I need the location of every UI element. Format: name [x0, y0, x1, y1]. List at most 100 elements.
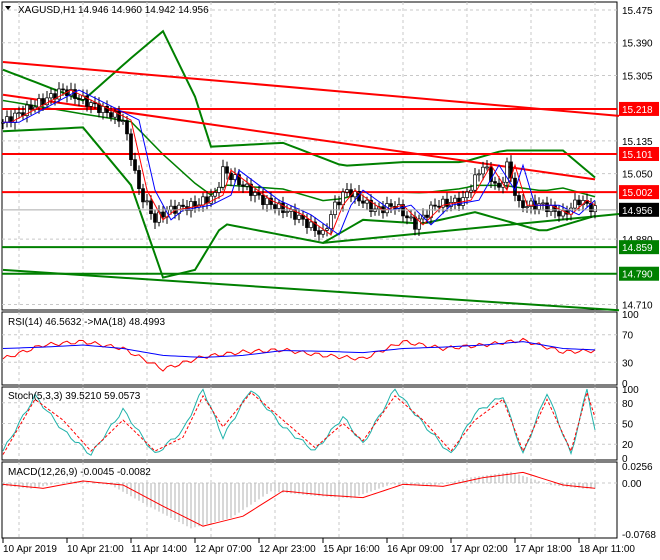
- candle-body: [453, 197, 457, 203]
- candle-body: [49, 93, 53, 99]
- indicator-tick-label: 70: [622, 331, 634, 342]
- candle-body: [257, 192, 261, 196]
- indicator-tick-label: 50: [622, 420, 634, 431]
- candle-body: [29, 104, 33, 110]
- candle-body: [445, 198, 449, 207]
- candle-body: [341, 191, 345, 206]
- candle-body: [129, 133, 133, 160]
- candle-body: [525, 206, 529, 208]
- time-tick-label: 18 Apr 11:00: [579, 544, 635, 555]
- indicator-line-ma: [2, 341, 596, 358]
- candle-body: [549, 204, 553, 212]
- time-tick-label: 11 Apr 14:00: [131, 544, 187, 555]
- candle-body: [405, 215, 409, 219]
- candle-body: [253, 192, 257, 196]
- candle-body: [109, 112, 113, 118]
- candle-body: [557, 211, 561, 217]
- candle-body: [145, 200, 149, 203]
- price-tick-label: 15.050: [622, 170, 653, 181]
- candle-body: [41, 98, 45, 106]
- collapse-triangle-icon[interactable]: [5, 6, 11, 10]
- time-tick-label: 16 Apr 09:00: [387, 544, 444, 555]
- candle-body: [537, 203, 541, 210]
- candle-body: [361, 200, 365, 204]
- candle-body: [481, 166, 485, 175]
- indicator-tick-label: 100: [622, 310, 639, 321]
- indicator-tick-label: 0.00: [622, 479, 642, 490]
- candle-body: [437, 205, 441, 208]
- candle-body: [305, 218, 309, 228]
- level-label: 15.101: [622, 150, 653, 161]
- current-price-label: 14.956: [622, 206, 653, 217]
- candle-body: [181, 204, 185, 207]
- candle-body: [337, 201, 341, 206]
- level-label: 14.859: [622, 243, 653, 254]
- candle-body: [333, 201, 337, 215]
- indicator-tick-label: 80: [622, 399, 634, 410]
- candle-body: [265, 197, 269, 205]
- candle-body: [117, 111, 121, 122]
- panel-frame: [1, 1, 618, 311]
- candle-body: [137, 170, 141, 189]
- candle-body: [517, 195, 521, 202]
- candle-body: [133, 159, 137, 171]
- candle-body: [217, 186, 221, 193]
- time-tick-label: 17 Apr 18:00: [515, 544, 572, 555]
- price-tick-label: 15.475: [622, 6, 653, 17]
- indicator-tick-label: 30: [622, 358, 634, 369]
- candle-body: [153, 213, 157, 223]
- candle-body: [281, 202, 285, 213]
- candle-body: [37, 98, 41, 108]
- time-tick-label: 10 Apr 2019: [3, 544, 57, 555]
- candle-body: [309, 221, 313, 228]
- candle-body: [5, 116, 9, 123]
- candle-body: [413, 216, 417, 230]
- chart-window: 15.47515.39015.30515.13515.05014.88014.7…: [0, 0, 660, 560]
- candle-body: [101, 105, 105, 113]
- candle-body: [497, 182, 501, 188]
- candle-body: [125, 120, 129, 135]
- header-symbol: XAGUSD,H1: [18, 5, 76, 16]
- candle-body: [161, 211, 165, 218]
- candle-body: [473, 174, 477, 191]
- level-label: 15.002: [622, 188, 653, 199]
- candle-body: [469, 189, 473, 193]
- chart-canvas[interactable]: 15.47515.39015.30515.13515.05014.88014.7…: [0, 0, 660, 560]
- candle-body: [529, 200, 533, 207]
- candle-body: [141, 188, 145, 203]
- level-label: 14.790: [622, 270, 653, 281]
- candle-body: [77, 98, 81, 100]
- candle-body: [221, 166, 225, 188]
- candle-body: [485, 166, 489, 169]
- candle-body: [317, 230, 321, 235]
- price-tick-label: 15.135: [622, 137, 653, 148]
- candle-body: [521, 200, 525, 208]
- candle-body: [321, 229, 325, 235]
- candle-body: [425, 214, 429, 218]
- candle-body: [593, 205, 597, 213]
- candle-body: [365, 199, 369, 204]
- indicator-tick-label: -0.0768: [622, 530, 656, 541]
- candle-body: [245, 183, 249, 187]
- candle-body: [477, 173, 481, 176]
- stoch-title: Stoch(5,3,3) 39.5210 59.0573: [8, 391, 141, 402]
- candle-body: [389, 203, 393, 207]
- candle-body: [73, 89, 77, 99]
- rsi-title: RSI(14) 46.5632 ->MA(18) 48.4993: [8, 317, 165, 328]
- macd-title: MACD(12,26,9) -0.0045 -0.0082: [8, 467, 151, 478]
- macd-signal-line: [2, 471, 596, 527]
- candle-body: [149, 200, 153, 215]
- level-label: 15.218: [622, 105, 653, 116]
- candle-body: [89, 102, 93, 107]
- time-tick-label: 17 Apr 02:00: [451, 544, 508, 555]
- candle-body: [201, 196, 205, 206]
- candle-body: [493, 181, 497, 184]
- candle-body: [17, 112, 21, 114]
- candle-body: [577, 199, 581, 206]
- time-tick-label: 15 Apr 16:00: [323, 544, 380, 555]
- candle-body: [329, 214, 333, 230]
- candle-body: [241, 184, 245, 187]
- header-ohlc: 14.946 14.960 14.942 14.956: [78, 5, 209, 16]
- candle-body: [409, 216, 413, 219]
- candle-body: [345, 189, 349, 193]
